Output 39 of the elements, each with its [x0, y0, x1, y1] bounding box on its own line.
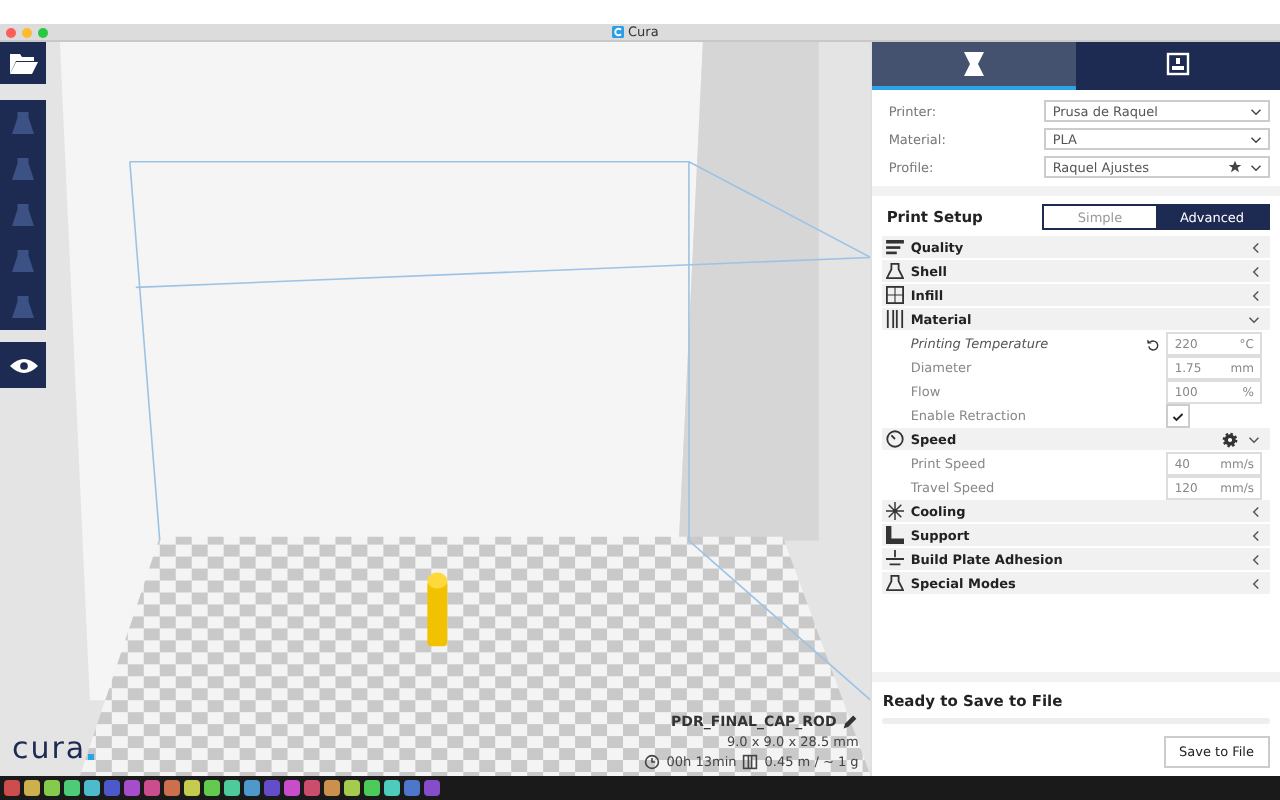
chevron-down-icon [1250, 163, 1262, 171]
eye-icon [9, 355, 37, 375]
gear-icon[interactable] [1222, 431, 1238, 447]
plate-icon [886, 550, 905, 568]
dial-icon [886, 430, 905, 448]
clock-icon [644, 754, 661, 770]
open-file-button[interactable] [0, 42, 46, 84]
zoom-button[interactable] [38, 27, 48, 37]
checkbox[interactable] [1166, 404, 1191, 428]
grid-icon [886, 286, 905, 304]
snowflake-icon [886, 502, 905, 520]
monitor-icon [1166, 52, 1191, 76]
pencil-icon[interactable] [842, 714, 859, 730]
chevron-down-icon [1250, 107, 1262, 115]
bars-icon [886, 239, 905, 255]
app-icon [612, 26, 624, 38]
beaker-icon [12, 156, 34, 182]
beaker-icon [12, 202, 34, 228]
view-mode-button[interactable] [0, 342, 46, 388]
spool-icon [742, 754, 759, 770]
check-icon [1172, 411, 1185, 421]
beaker-icon [886, 262, 905, 280]
beaker-icon [12, 294, 34, 320]
hourglass-icon [962, 50, 987, 78]
beaker-icon [886, 574, 905, 592]
folder-icon [9, 52, 37, 74]
minimize-button[interactable] [22, 27, 32, 37]
prepare-tab[interactable] [872, 42, 1077, 90]
star-icon [1228, 160, 1242, 174]
beaker-icon [12, 248, 34, 274]
chevron-down-icon [1248, 435, 1260, 443]
reset-icon[interactable] [1145, 337, 1160, 351]
columns-icon [886, 310, 905, 328]
chevron-down-icon [1248, 315, 1260, 323]
close-button[interactable] [6, 27, 16, 37]
logo-text: cura [12, 734, 87, 764]
model-drawing[interactable] [427, 572, 448, 647]
beaker-icon [12, 110, 34, 136]
chevron-down-icon [1250, 135, 1262, 143]
